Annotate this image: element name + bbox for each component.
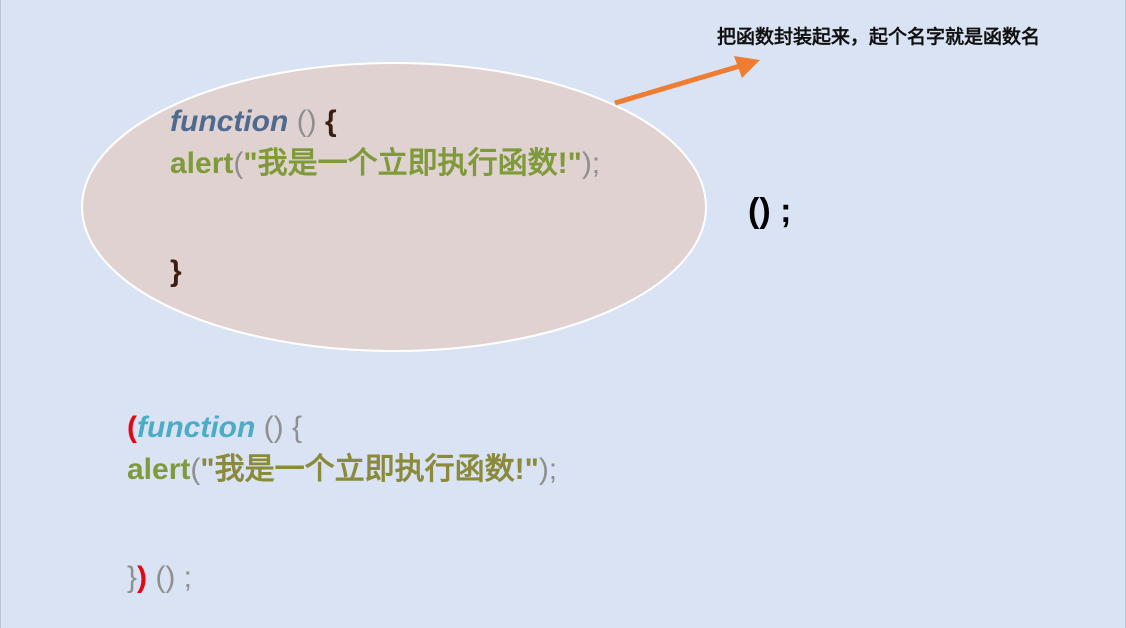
bottom-wrap-close-paren: ) <box>137 561 148 594</box>
top-alert-string: "我是一个立即执行函数!" <box>243 147 582 180</box>
annotation-label: 把函数封装起来，起个名字就是函数名 <box>717 26 1041 48</box>
top-open-brace: { <box>316 105 337 138</box>
bottom-code-line-1: (function () { <box>127 410 302 446</box>
top-alert-fn: alert <box>170 147 234 180</box>
top-code-line-3: } <box>170 254 182 290</box>
bottom-code-line-2: alert("我是一个立即执行函数!"); <box>127 452 557 488</box>
top-close-brace: } <box>170 255 182 288</box>
top-function-params: () <box>288 105 317 138</box>
bottom-alert-fn: alert <box>127 453 191 486</box>
annotation-arrow-shaft <box>614 63 741 106</box>
bottom-alert-open: ( <box>190 453 201 486</box>
bottom-alert-close: ); <box>538 453 558 486</box>
top-alert-open: ( <box>233 147 244 180</box>
standalone-invocation: () ; <box>748 192 792 230</box>
diagram-shapes <box>81 56 760 352</box>
bottom-invocation: () ; <box>147 561 193 594</box>
bottom-alert-string: "我是一个立即执行函数!" <box>200 453 539 486</box>
bottom-wrap-open-paren: ( <box>127 411 137 444</box>
top-alert-close: ); <box>581 147 601 180</box>
bottom-function-params: () { <box>255 411 302 444</box>
top-function-keyword: function <box>170 105 289 138</box>
bottom-close-brace: } <box>127 561 138 594</box>
top-code-line-2: alert("我是一个立即执行函数!"); <box>170 146 600 182</box>
top-code-line-1: function () { <box>170 104 337 140</box>
bottom-function-keyword: function <box>137 411 256 444</box>
bottom-code-line-3: }) () ; <box>127 560 192 596</box>
